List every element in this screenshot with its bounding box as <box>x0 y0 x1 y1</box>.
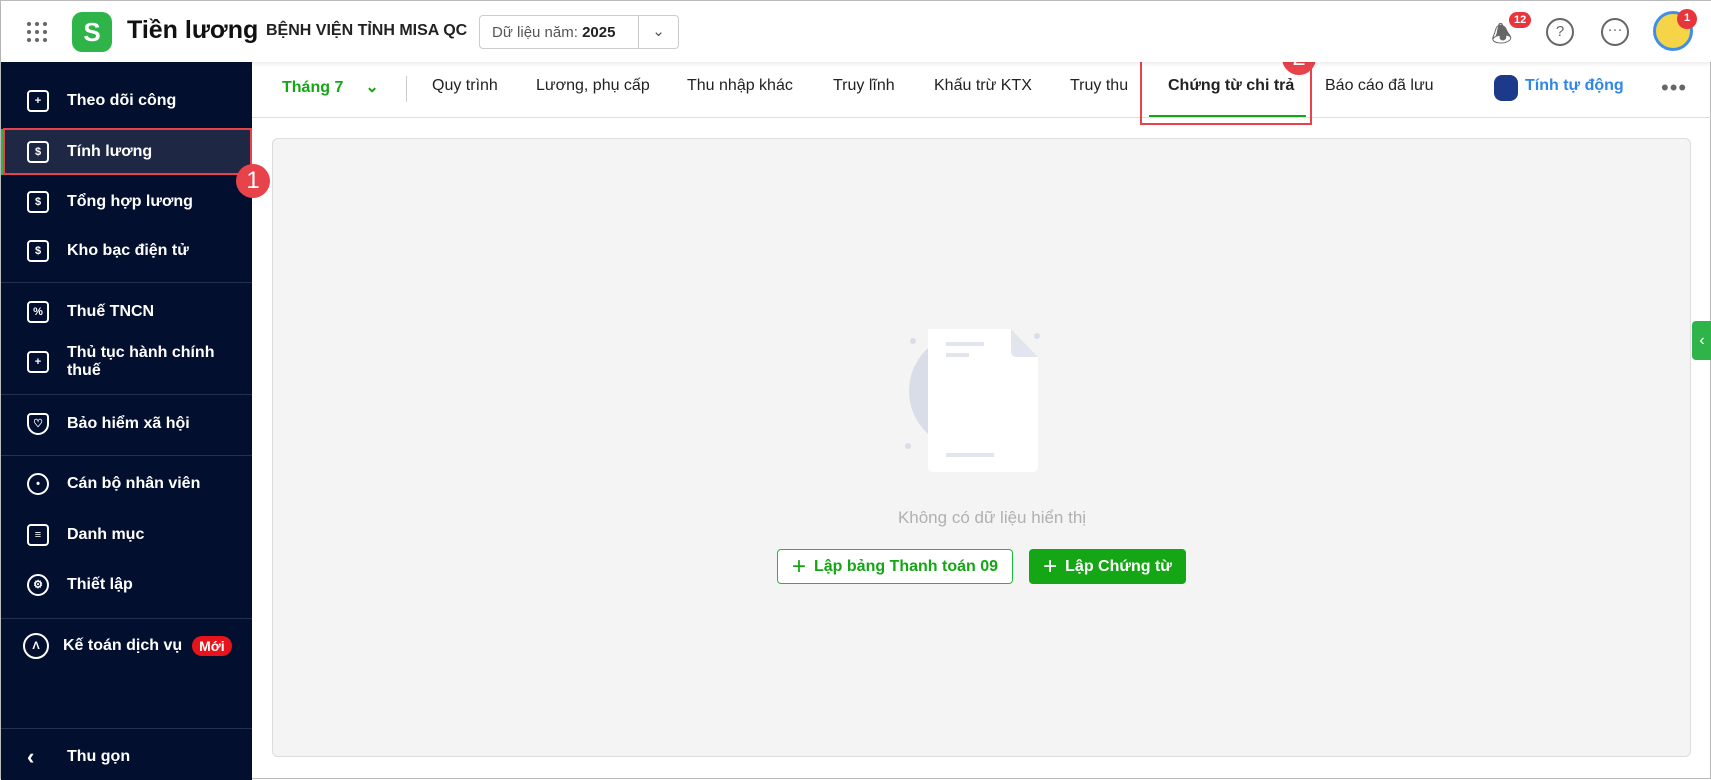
org-name: BỆNH VIỆN TỈNH MISA QC <box>266 22 468 39</box>
tab-truy-thu[interactable]: Truy thu <box>1070 77 1128 95</box>
sidebar-divider <box>1 455 252 456</box>
chevron-left-icon: ‹ <box>27 744 35 769</box>
empty-state-illustration <box>901 321 1041 486</box>
sidebar-item-kho-bac[interactable]: $ Kho bạc điện tử <box>1 228 252 274</box>
tab-bao-cao-da-luu[interactable]: Báo cáo đã lưu <box>1325 77 1434 95</box>
tab-divider <box>406 76 407 102</box>
annotation-box-1 <box>3 128 252 175</box>
sidebar-divider <box>1 394 252 395</box>
button-label: Lập Chứng từ <box>1065 557 1172 575</box>
clipboard-dollar-icon: $ <box>27 191 49 213</box>
empty-message: Không có dữ liệu hiển thị <box>897 508 1087 527</box>
app-grid-icon[interactable] <box>27 22 47 42</box>
tab-truy-linh[interactable]: Truy lĩnh <box>833 77 895 95</box>
help-icon[interactable]: ? <box>1546 18 1574 46</box>
tab-quy-trinh[interactable]: Quy trình <box>432 77 498 95</box>
year-label: Dữ liệu năm: <box>492 23 578 41</box>
plus-icon: + <box>791 552 806 580</box>
gear-icon: ⚙ <box>27 574 49 596</box>
tab-thu-nhap-khac[interactable]: Thu nhập khác <box>687 77 793 95</box>
sidebar-item-label: Tổng hợp lương <box>67 193 193 210</box>
chevron-down-icon: ⌄ <box>365 79 379 96</box>
empty-document-icon <box>905 329 1040 472</box>
sidebar-item-danh-muc[interactable]: ≡ Danh mục <box>1 512 252 558</box>
more-options-icon[interactable]: ··· <box>1601 18 1629 46</box>
sidebar-item-label: Danh mục <box>67 526 145 543</box>
sidebar-item-thu-tuc-thue[interactable]: + Thủ tục hành chính thuế <box>1 339 252 385</box>
shield-heart-icon: ♡ <box>27 413 49 435</box>
app-title: Tiền lương <box>127 16 259 44</box>
sidebar-item-tong-hop-luong[interactable]: $ Tổng hợp lương <box>1 179 252 225</box>
robot-icon <box>1494 75 1518 101</box>
month-label: Tháng 7 <box>282 79 344 96</box>
avatar-badge: 1 <box>1677 9 1697 29</box>
button-label: Lập bảng Thanh toán 09 <box>814 557 999 575</box>
chevron-down-icon[interactable]: ⌄ <box>638 16 678 48</box>
sidebar-item-label: Cán bộ nhân viên <box>67 475 201 492</box>
sidebar-item-ke-toan-dich-vu[interactable]: Λ Kế toán dịch vụ Mới <box>1 623 252 669</box>
app-logo: S <box>72 12 112 52</box>
expand-panel-toggle[interactable]: ‹ <box>1692 321 1711 360</box>
collapse-sidebar-button[interactable]: ‹ Thu gọn <box>1 734 252 780</box>
create-voucher-button[interactable]: + Lập Chứng từ <box>1029 549 1186 584</box>
sidebar-item-thiet-lap[interactable]: ⚙ Thiết lập <box>1 562 252 608</box>
tab-luong-phu-cap[interactable]: Lương, phụ cấp <box>536 77 650 95</box>
monitor-dollar-icon: $ <box>27 240 49 262</box>
plus-icon: + <box>1043 552 1058 580</box>
sidebar-item-bhxh[interactable]: ♡ Bảo hiểm xã hội <box>1 401 252 447</box>
tab-bar-border <box>252 117 1711 118</box>
notification-badge: 12 <box>1509 12 1532 28</box>
sidebar-item-thue-tncn[interactable]: % Thuế TNCN <box>1 289 252 335</box>
sidebar-item-theo-doi-cong[interactable]: + Theo dõi công <box>1 78 252 124</box>
sidebar-divider <box>1 728 252 729</box>
more-tabs-icon[interactable]: ••• <box>1661 75 1687 101</box>
create-payment-09-button[interactable]: + Lập bảng Thanh toán 09 <box>777 549 1013 584</box>
sidebar-item-can-bo[interactable]: • Cán bộ nhân viên <box>1 461 252 507</box>
file-plus-icon: + <box>27 351 49 373</box>
sidebar-item-label: Thiết lập <box>67 576 133 593</box>
calendar-icon: + <box>27 90 49 112</box>
new-badge: Mới <box>192 636 232 656</box>
percent-file-icon: % <box>27 301 49 323</box>
year-value: 2025 <box>582 23 616 41</box>
sidebar-divider <box>1 282 252 283</box>
annotation-badge-1: 1 <box>236 164 270 198</box>
top-header: S Tiền lương BỆNH VIỆN TỈNH MISA QC Dữ l… <box>1 1 1711 62</box>
sidebar-item-label: Bảo hiểm xã hội <box>67 415 190 432</box>
collapse-label: Thu gọn <box>67 748 131 765</box>
sidebar-item-label: Thủ tục hành chính thuế <box>66 344 215 379</box>
auto-calc-button[interactable]: Tính tự động <box>1525 77 1624 95</box>
list-icon: ≡ <box>27 524 49 546</box>
month-select[interactable]: Tháng 7 ⌄ <box>282 77 379 97</box>
sidebar-divider <box>1 618 252 619</box>
sidebar-item-label: Thuế TNCN <box>67 303 155 320</box>
sidebar-item-label: Kế toán dịch vụ <box>63 637 183 654</box>
sidebar-item-label: Theo dõi công <box>67 92 177 109</box>
tab-khau-tru-ktx[interactable]: Khấu trừ KTX <box>934 77 1032 95</box>
sidebar-item-label: Kho bạc điện tử <box>67 242 189 259</box>
people-icon: • <box>27 473 49 495</box>
service-icon: Λ <box>23 633 49 659</box>
year-select[interactable]: Dữ liệu năm: 2025 ⌄ <box>479 15 679 49</box>
